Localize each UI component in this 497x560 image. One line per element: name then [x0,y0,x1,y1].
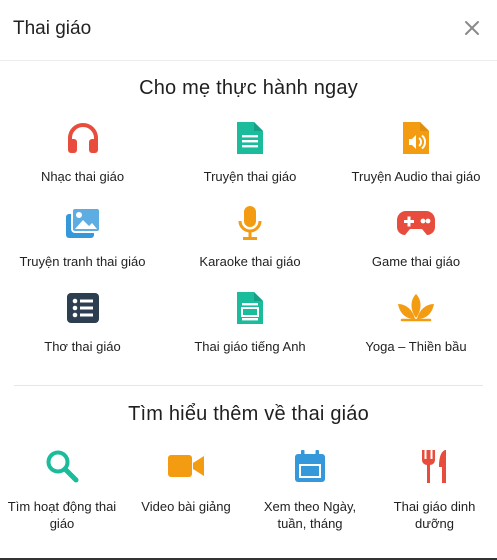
practice-item-label: Nhạc thai giáo [40,169,125,184]
learn-item-video[interactable]: Video bài giảng [124,446,248,532]
practice-item-yoga[interactable]: Yoga – Thiền bầu [335,288,497,373]
learn-item-label: Thai giáo dinh dưỡng [393,499,476,531]
utensils-icon [415,446,455,486]
search-icon [42,446,82,486]
learn-item-label: Tìm hoạt động thai giáo [7,499,117,531]
microphone-icon [230,203,270,243]
section-divider [14,385,483,386]
document-icon [230,118,270,158]
practice-item-label: Truyện thai giáo [203,169,297,184]
modal-title: Thai giáo [13,18,92,39]
list-icon [63,288,103,328]
practice-item-label: Thơ thai giáo [44,339,121,354]
practice-item-audio-story[interactable]: Truyện Audio thai giáo [335,118,497,203]
practice-item-label: Yoga – Thiền bầu [365,339,467,354]
learn-item-calendar[interactable]: Xem theo Ngày, tuần, tháng [248,446,372,532]
gamepad-icon [396,203,436,243]
audio-file-icon [396,118,436,158]
video-camera-icon [166,446,206,486]
thai-giao-modal: Thai giáo Cho mẹ thực hành ngay Nhạc tha… [0,0,497,560]
modal-header: Thai giáo [0,0,497,61]
practice-item-karaoke[interactable]: Karaoke thai giáo [165,203,335,288]
practice-item-game[interactable]: Game thai giáo [335,203,497,288]
practice-item-music[interactable]: Nhạc thai giáo [0,118,165,203]
lotus-icon [396,288,436,328]
learn-item-nutrition[interactable]: Thai giáo dinh dưỡng [372,446,497,532]
images-icon [63,203,103,243]
section-practice-title: Cho mẹ thực hành ngay [139,77,358,99]
practice-item-label: Truyện Audio thai giáo [351,169,481,184]
practice-item-label: Game thai giáo [371,254,461,269]
practice-item-label: Karaoke thai giáo [199,254,301,269]
section-learn-more-title: Tìm hiểu thêm về thai giáo [128,403,369,425]
practice-item-label: Truyện tranh thai giáo [19,254,146,269]
practice-item-english[interactable]: Thai giáo tiếng Anh [165,288,335,373]
learn-item-search-activity[interactable]: Tìm hoạt động thai giáo [0,446,124,532]
headphones-icon [63,118,103,158]
learn-more-grid: Tìm hoạt động thai giáo Video bài giảng [0,446,497,532]
learn-item-label: Xem theo Ngày, tuần, tháng [263,499,357,531]
calendar-icon [290,446,330,486]
learn-item-label: Video bài giảng [141,499,231,514]
practice-item-comic[interactable]: Truyện tranh thai giáo [0,203,165,288]
document-layout-icon [230,288,270,328]
practice-item-poem[interactable]: Thơ thai giáo [0,288,165,373]
close-icon [465,21,479,35]
practice-item-label: Thai giáo tiếng Anh [194,339,306,354]
close-button[interactable] [461,17,483,39]
practice-item-story[interactable]: Truyện thai giáo [165,118,335,203]
practice-grid: Nhạc thai giáo Truyện thai giáo Truyện A… [0,118,497,373]
